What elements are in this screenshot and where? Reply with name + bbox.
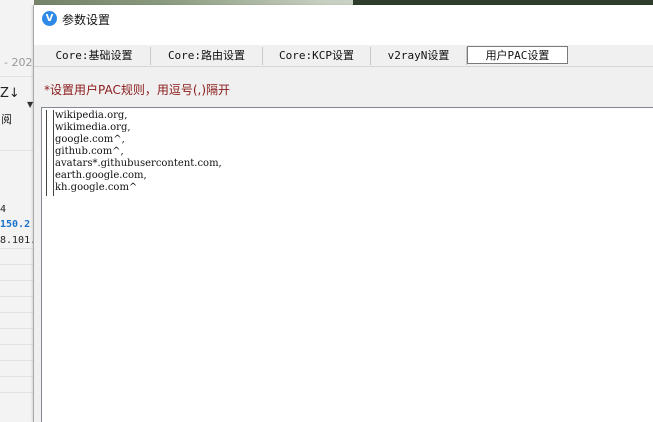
divider	[0, 248, 34, 249]
divider	[0, 360, 34, 361]
pac-hint-text: *设置用户PAC规则，用逗号(,)隔开	[44, 83, 231, 97]
pac-rule-line: google.com^,	[55, 134, 125, 145]
tab-v2rayn-settings[interactable]: v2rayN设置	[371, 47, 467, 65]
background-app-panel: - 202 Z↓ ▼ 阅 4 150.2 8.101.	[0, 0, 37, 422]
pac-rules-content: wikipedia.org, wikimedia.org, google.com…	[55, 110, 222, 194]
pac-rule-line: wikipedia.org,	[55, 110, 128, 121]
pac-rule-line: avatars*.githubusercontent.com,	[55, 158, 222, 169]
pac-rule-line: github.com^,	[55, 146, 124, 157]
divider	[0, 344, 34, 345]
divider	[0, 328, 34, 329]
pac-rule-line: wikimedia.org,	[55, 122, 131, 133]
tab-core-kcp[interactable]: Core:KCP设置	[263, 47, 371, 65]
sort-icon[interactable]: Z↓	[0, 86, 20, 101]
divider	[0, 296, 34, 297]
divider	[0, 264, 34, 265]
divider	[0, 376, 34, 377]
divider	[0, 76, 34, 77]
tab-core-basic[interactable]: Core:基础设置	[38, 47, 151, 65]
tab-core-routing[interactable]: Core:路由设置	[151, 47, 263, 65]
divider	[0, 150, 34, 151]
text-cursor-marker	[46, 110, 54, 196]
background-date-text: - 202	[4, 56, 33, 69]
tab-panel-user-pac: *设置用户PAC规则，用逗号(,)隔开 wikipedia.org, wikim…	[34, 67, 653, 422]
pac-rules-textarea[interactable]: wikipedia.org, wikimedia.org, google.com…	[41, 107, 653, 422]
divider	[0, 280, 34, 281]
tab-bar: Core:基础设置 Core:路由设置 Core:KCP设置 v2rayN设置 …	[34, 45, 653, 67]
divider	[0, 392, 34, 393]
dialog-titlebar[interactable]: V 参数设置	[34, 5, 653, 35]
table-row: 150.2	[0, 219, 31, 230]
table-row: 8.101.	[0, 235, 37, 246]
divider	[0, 312, 34, 313]
sort-label: 阅	[1, 113, 12, 126]
v2rayn-logo-icon: V	[42, 11, 57, 26]
settings-dialog: V 参数设置 Core:基础设置 Core:路由设置 Core:KCP设置 v2…	[33, 5, 653, 422]
table-row: 4	[0, 204, 7, 215]
tab-user-pac[interactable]: 用户PAC设置	[467, 46, 568, 64]
pac-rule-line: earth.google.com,	[55, 170, 147, 181]
pac-rule-line: kh.google.com^	[55, 182, 138, 193]
dialog-title: 参数设置	[62, 13, 111, 27]
